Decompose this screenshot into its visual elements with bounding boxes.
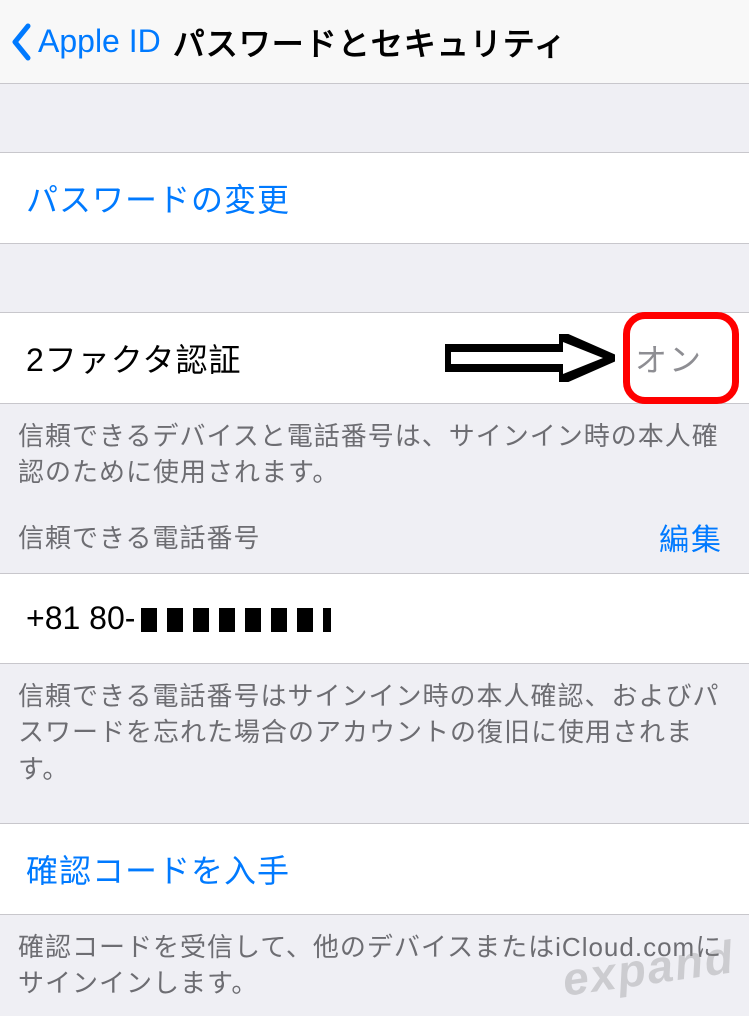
spacer (0, 801, 749, 823)
back-label: Apple ID (38, 23, 161, 60)
spacer (0, 84, 749, 152)
two-factor-label: 2ファクタ認証 (26, 335, 242, 381)
trusted-phone-header-label: 信頼できる電話番号 (18, 518, 260, 555)
get-verification-code-label: 確認コードを入手 (26, 846, 290, 892)
redacted-phone-icon (141, 608, 331, 632)
chevron-left-icon (10, 23, 32, 61)
get-verification-code-cell[interactable]: 確認コードを入手 (0, 823, 749, 915)
two-factor-value: オン (635, 335, 723, 381)
trusted-phone-footer: 信頼できる電話番号はサインイン時の本人確認、およびパスワードを忘れた場合のアカウ… (0, 664, 749, 801)
navigation-bar: Apple ID パスワードとセキュリティ (0, 0, 749, 84)
spacer (0, 244, 749, 312)
arrow-annotation-icon (445, 334, 615, 382)
trusted-phone-cell[interactable]: +81 80- (0, 573, 749, 664)
back-button[interactable]: Apple ID (10, 23, 161, 61)
trusted-phone-header: 信頼できる電話番号 編集 (0, 505, 749, 573)
two-factor-footer: 信頼できるデバイスと電話番号は、サインイン時の本人確認のために使用されます。 (0, 404, 749, 505)
page-title: パスワードとセキュリティ (173, 19, 567, 65)
edit-button[interactable]: 編集 (659, 515, 723, 559)
change-password-cell[interactable]: パスワードの変更 (0, 152, 749, 244)
phone-number: +81 80- (26, 600, 135, 637)
two-factor-auth-cell[interactable]: 2ファクタ認証 オン (0, 312, 749, 404)
change-password-label: パスワードの変更 (26, 175, 290, 221)
